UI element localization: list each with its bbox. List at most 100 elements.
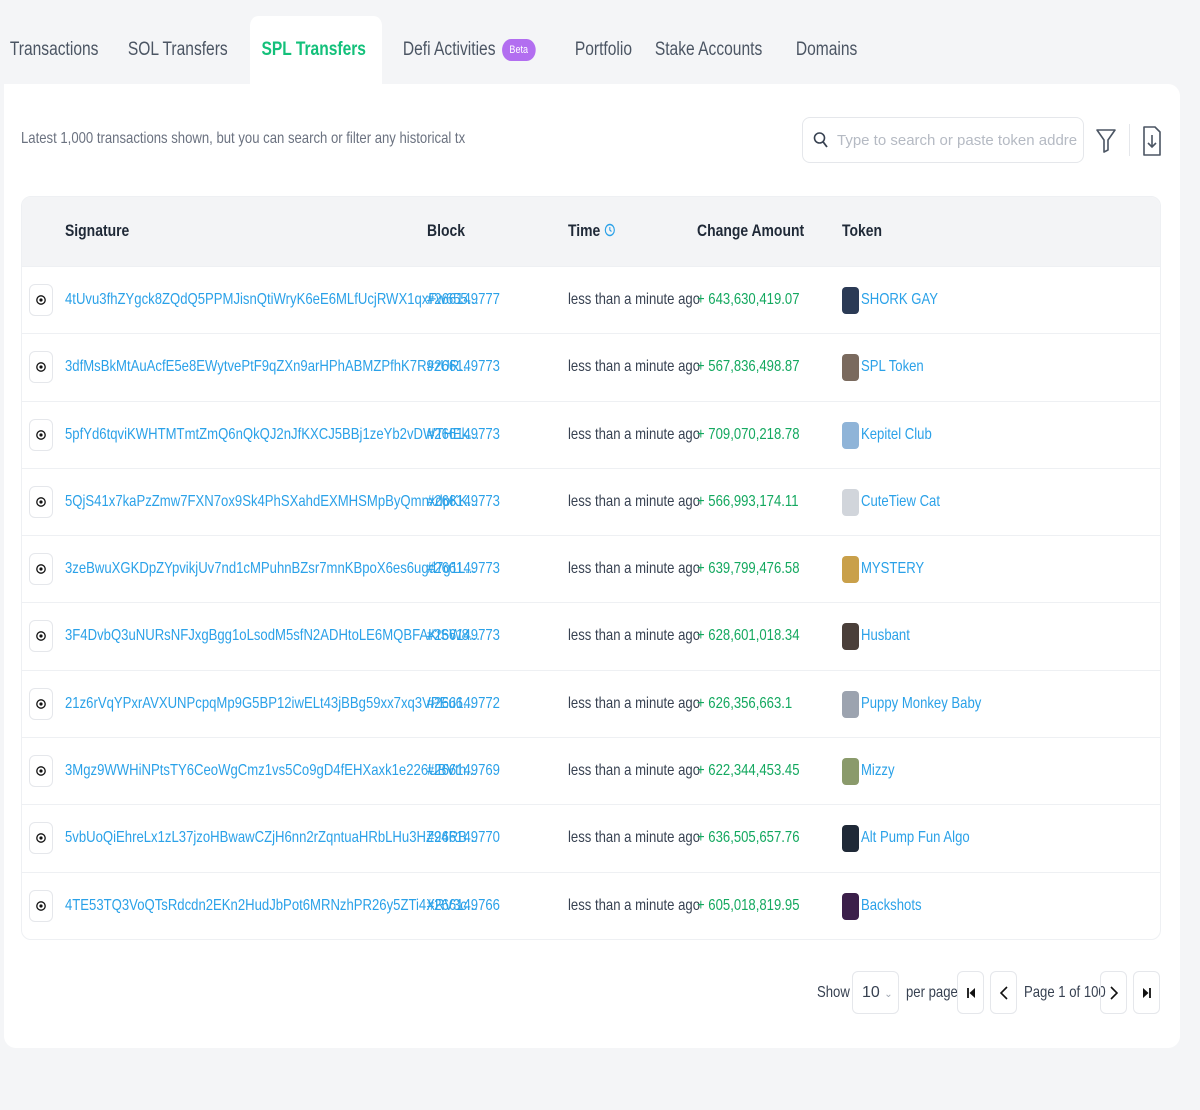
token-link[interactable]: Backshots <box>861 897 922 915</box>
block-link[interactable]: #266149772 <box>427 695 500 713</box>
signature-link[interactable]: 3zeBwuXGKDpZYpvikjUv7nd1cMPuhnBZsr7mnKBp… <box>65 560 476 578</box>
block-link[interactable]: #266149770 <box>427 829 500 847</box>
tab-label: Defi Activities <box>403 39 496 60</box>
token-link[interactable]: SHORK GAY <box>861 291 938 309</box>
divider <box>1129 124 1130 156</box>
tab-label: Stake Accounts <box>654 39 762 60</box>
chevron-left-icon <box>999 985 1008 1000</box>
last-page-button[interactable] <box>1133 971 1160 1014</box>
tab-domains[interactable]: Domains <box>786 16 867 84</box>
eye-icon <box>36 900 46 911</box>
token-link[interactable]: Alt Pump Fun Algo <box>861 829 970 847</box>
time-value: less than a minute ago <box>568 762 701 780</box>
tab-label: Domains <box>795 39 857 60</box>
tab-stake-accounts[interactable]: Stake Accounts <box>645 16 772 84</box>
table-row: 3zeBwuXGKDpZYpvikjUv7nd1cMPuhnBZsr7mnKBp… <box>22 535 1160 602</box>
token-link[interactable]: Husbant <box>861 627 910 645</box>
eye-icon <box>36 766 46 776</box>
pagination: Show 10 ⌄ per page Page 1 of 100 <box>4 971 1164 1015</box>
beta-badge: Beta <box>502 39 536 61</box>
tab-transactions[interactable]: Transactions <box>0 16 108 84</box>
view-details-button[interactable] <box>29 822 53 855</box>
token-logo <box>842 758 859 786</box>
signature-link[interactable]: 3Mgz9WWHiNPtsTY6CeoWgCmz1vs5Co9gD4fEHXax… <box>65 762 477 780</box>
token-logo <box>842 690 859 718</box>
filter-icon[interactable] <box>1094 124 1118 156</box>
signature-link[interactable]: 3dfMsBkMtAuAcfE5e8EWytvePtF9qZXn9arHPhAB… <box>65 358 470 376</box>
token-logo <box>842 287 859 314</box>
table-row: 21z6rVqYPxrAVXUNPcpqMp9G5BP12iwELt43jBBg… <box>22 669 1160 737</box>
block-link[interactable]: #266149777 <box>427 291 500 309</box>
token-logo <box>842 825 859 853</box>
column-header-block: Block <box>427 221 465 240</box>
change-amount: + 709,070,218.78 <box>697 425 800 443</box>
token-link[interactable]: MYSTERY <box>861 560 924 578</box>
next-page-button[interactable] <box>1100 971 1127 1014</box>
column-header-token: Token <box>842 221 883 240</box>
table-row: 5vbUoQiEhreLx1zL37jzoHBwawCZjH6nn2rZqntu… <box>22 804 1160 871</box>
signature-link[interactable]: 5pfYd6tqviKWHTMTmtZmQ6nQkQJ2nJfKXCJ5BBj1… <box>65 426 479 444</box>
transfers-card: Latest 1,000 transactions shown, but you… <box>4 84 1180 1048</box>
eye-icon <box>36 497 46 507</box>
search-box[interactable] <box>802 117 1084 163</box>
signature-link[interactable]: 5vbUoQiEhreLx1zL37jzoHBwawCZjH6nn2rZqntu… <box>65 829 478 847</box>
change-amount: + 622,344,453.45 <box>697 762 800 780</box>
change-amount: + 626,356,663.1 <box>697 694 793 712</box>
page-indicator: Page 1 of 100 <box>1024 984 1106 1001</box>
search-input[interactable] <box>837 131 1077 149</box>
signature-link[interactable]: 21z6rVqYPxrAVXUNPcpqMp9G5BP12iwELt43jBBg… <box>65 695 474 713</box>
table-row: 5pfYd6tqviKWHTMTmtZmQ6nQkQJ2nJfKXCJ5BBj1… <box>22 400 1160 468</box>
view-details-button[interactable] <box>29 418 53 451</box>
signature-link[interactable]: 4TE53TQ3VoQTsRdcdn2EKn2HudJbPot6MRNzhPR2… <box>65 897 478 915</box>
view-details-button[interactable] <box>29 553 53 586</box>
per-page-value: 10 <box>862 984 880 1001</box>
block-link[interactable]: #266149766 <box>427 897 500 915</box>
tab-label: SOL Transfers <box>127 39 228 60</box>
tab-bar: Transactions SOL Transfers SPL Transfers… <box>0 16 871 84</box>
token-link[interactable]: Puppy Monkey Baby <box>861 695 981 713</box>
token-link[interactable]: CuteTiew Cat <box>861 493 940 511</box>
block-link[interactable]: #266149769 <box>427 762 500 780</box>
tab-defi-activities[interactable]: Defi Activities Beta <box>393 16 545 84</box>
eye-icon <box>36 429 46 440</box>
view-details-button[interactable] <box>29 284 53 316</box>
tab-sol-transfers[interactable]: SOL Transfers <box>118 16 238 84</box>
per-page-select[interactable]: 10 ⌄ <box>852 971 899 1014</box>
block-link[interactable]: #266149773 <box>427 426 500 444</box>
column-header-change-amount: Change Amount <box>697 221 805 240</box>
view-details-button[interactable] <box>29 485 53 518</box>
clock-icon[interactable] <box>604 222 615 238</box>
time-value: less than a minute ago <box>568 358 701 376</box>
signature-link[interactable]: 4tUvu3fhZYgck8ZQdQ5PPMJisnQtiWryK6eE6MLf… <box>65 291 479 309</box>
token-link[interactable]: Mizzy <box>861 762 895 780</box>
view-details-button[interactable] <box>29 351 53 384</box>
signature-link[interactable]: 5QjS41x7kaPzZmw7FXN7ox9Sk4PhSXahdEXMHSMp… <box>65 493 478 511</box>
first-page-button[interactable] <box>957 971 984 1014</box>
table-row: 4TE53TQ3VoQTsRdcdn2EKn2HudJbPot6MRNzhPR2… <box>22 871 1160 939</box>
tab-portfolio[interactable]: Portfolio <box>565 16 642 84</box>
tab-label: Transactions <box>9 39 99 60</box>
token-link[interactable]: SPL Token <box>861 358 924 376</box>
signature-link[interactable]: 3F4DvbQ3uNURsNFJxgBgg1oLsodM5sfN2ADHtoLE… <box>65 627 480 645</box>
download-icon[interactable] <box>1141 124 1163 158</box>
token-logo <box>842 354 859 382</box>
change-amount: + 567,836,498.87 <box>697 358 800 376</box>
view-details-button[interactable] <box>29 889 53 922</box>
block-link[interactable]: #266149773 <box>427 358 500 376</box>
view-details-button[interactable] <box>29 687 53 720</box>
view-details-button[interactable] <box>29 755 53 788</box>
view-details-button[interactable] <box>29 620 53 653</box>
block-link[interactable]: #266149773 <box>427 627 500 645</box>
time-value: less than a minute ago <box>568 291 701 308</box>
table-row: 3F4DvbQ3uNURsNFJxgBgg1oLsodM5sfN2ADHtoLE… <box>22 602 1160 669</box>
column-header-time[interactable]: Time <box>568 221 616 241</box>
tab-spl-transfers[interactable]: SPL Transfers <box>249 16 383 84</box>
token-link[interactable]: Kepitel Club <box>861 426 932 444</box>
search-icon <box>813 132 828 148</box>
block-link[interactable]: #266149773 <box>427 560 500 578</box>
eye-icon <box>36 295 46 305</box>
time-label: Time <box>568 221 601 240</box>
table-header: Signature Block Time Change Amount Token <box>22 197 1160 266</box>
prev-page-button[interactable] <box>990 971 1017 1014</box>
block-link[interactable]: #266149773 <box>427 493 500 511</box>
